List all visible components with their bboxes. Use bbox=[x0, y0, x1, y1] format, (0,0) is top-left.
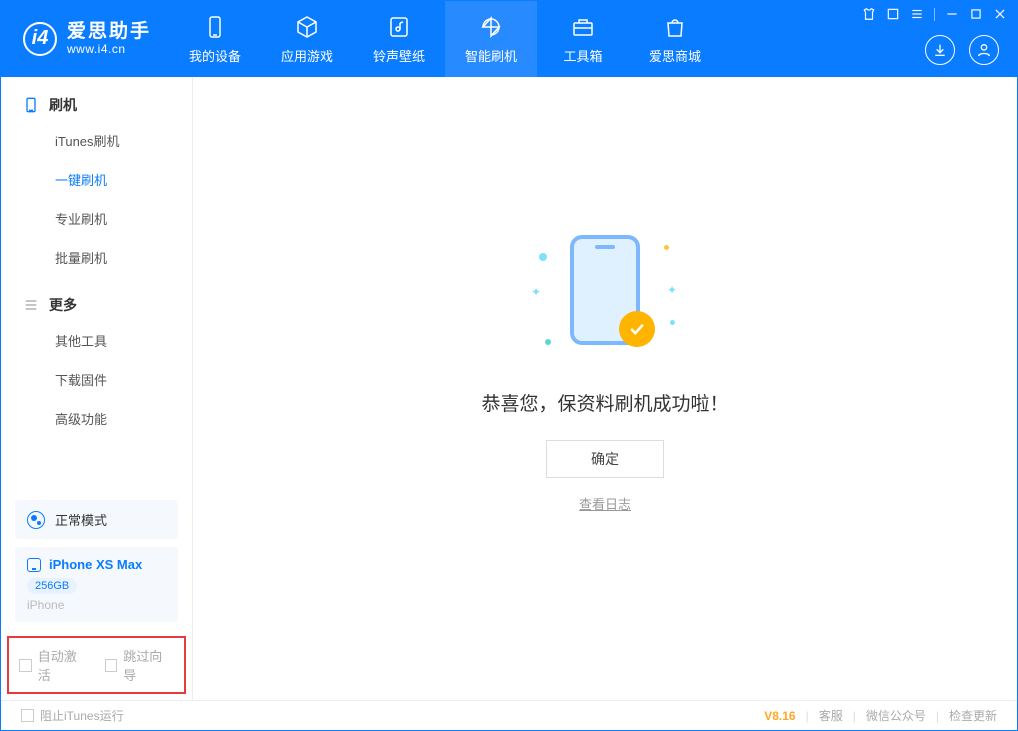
device-mode-card[interactable]: 正常模式 bbox=[15, 500, 178, 539]
device-name: iPhone XS Max bbox=[49, 557, 142, 572]
success-illustration: ✦✦ bbox=[535, 225, 675, 365]
sidebar-item-itunes-flash[interactable]: iTunes刷机 bbox=[1, 121, 192, 160]
title-bar-icons bbox=[862, 7, 1007, 21]
sidebar-item-oneclick-flash[interactable]: 一键刷机 bbox=[1, 160, 192, 199]
content-area: ✦✦ 恭喜您，保资料刷机成功啦！ 确定 查看日志 bbox=[193, 77, 1017, 700]
refresh-icon bbox=[478, 14, 504, 40]
nav-label: 爱思商城 bbox=[649, 46, 701, 65]
top-nav: 我的设备 应用游戏 铃声壁纸 智能刷机 工具箱 爱思商城 bbox=[169, 1, 721, 77]
sidebar-item-download-firmware[interactable]: 下载固件 bbox=[1, 360, 192, 399]
separator: | bbox=[806, 709, 809, 723]
footer: 阻止iTunes运行 V8.16 | 客服 | 微信公众号 | 检查更新 bbox=[1, 700, 1017, 730]
main-area: 刷机 iTunes刷机 一键刷机 专业刷机 批量刷机 更多 其他工具 下载固件 … bbox=[1, 77, 1017, 700]
ok-button[interactable]: 确定 bbox=[546, 440, 664, 478]
cube-icon bbox=[294, 14, 320, 40]
app-name: 爱思助手 bbox=[67, 22, 151, 43]
sidebar-item-advanced[interactable]: 高级功能 bbox=[1, 399, 192, 438]
menu-icon[interactable] bbox=[910, 7, 924, 21]
bag-icon bbox=[662, 14, 688, 40]
nav-ringtone-wallpaper[interactable]: 铃声壁纸 bbox=[353, 1, 445, 77]
nav-label: 铃声壁纸 bbox=[373, 46, 425, 65]
sidebar-group-flash: 刷机 bbox=[1, 77, 192, 121]
nav-my-device[interactable]: 我的设备 bbox=[169, 1, 261, 77]
device-small-icon bbox=[27, 558, 41, 572]
separator bbox=[934, 8, 935, 21]
checkbox-label: 阻止iTunes运行 bbox=[40, 707, 124, 724]
storage-badge: 256GB bbox=[27, 578, 77, 594]
device-card[interactable]: iPhone XS Max 256GB iPhone bbox=[15, 547, 178, 622]
checkmark-badge-icon bbox=[619, 311, 655, 347]
nav-toolbox[interactable]: 工具箱 bbox=[537, 1, 629, 77]
checkbox-label: 自动激活 bbox=[38, 646, 89, 684]
version-text: V8.16 bbox=[764, 709, 795, 723]
app-url: www.i4.cn bbox=[67, 43, 151, 56]
checkbox-icon bbox=[19, 659, 32, 672]
tshirt-icon[interactable] bbox=[862, 7, 876, 21]
minimize-icon[interactable] bbox=[945, 7, 959, 21]
header-right-icons bbox=[925, 35, 999, 65]
mode-text: 正常模式 bbox=[55, 510, 107, 529]
list-icon bbox=[23, 297, 39, 313]
checkbox-icon bbox=[105, 659, 118, 672]
mode-icon bbox=[27, 511, 45, 529]
footer-link-update[interactable]: 检查更新 bbox=[949, 707, 997, 724]
group-title: 刷机 bbox=[49, 95, 77, 115]
footer-link-wechat[interactable]: 微信公众号 bbox=[866, 707, 926, 724]
checkbox-skip-guide[interactable]: 跳过向导 bbox=[105, 646, 175, 684]
separator: | bbox=[853, 709, 856, 723]
nav-apps-games[interactable]: 应用游戏 bbox=[261, 1, 353, 77]
view-log-link[interactable]: 查看日志 bbox=[579, 494, 631, 513]
user-icon[interactable] bbox=[969, 35, 999, 65]
close-icon[interactable] bbox=[993, 7, 1007, 21]
briefcase-icon bbox=[570, 14, 596, 40]
nav-label: 应用游戏 bbox=[281, 46, 333, 65]
bottom-options-highlighted: 自动激活 跳过向导 bbox=[7, 636, 186, 694]
nav-label: 工具箱 bbox=[564, 46, 603, 65]
nav-smart-flash[interactable]: 智能刷机 bbox=[445, 1, 537, 77]
maximize-icon[interactable] bbox=[969, 7, 983, 21]
sidebar-item-pro-flash[interactable]: 专业刷机 bbox=[1, 199, 192, 238]
sidebar-item-other-tools[interactable]: 其他工具 bbox=[1, 321, 192, 360]
checkbox-auto-activate[interactable]: 自动激活 bbox=[19, 646, 89, 684]
phone-icon bbox=[202, 14, 228, 40]
checkbox-label: 跳过向导 bbox=[123, 646, 174, 684]
device-type: iPhone bbox=[27, 598, 166, 612]
nav-label: 我的设备 bbox=[189, 46, 241, 65]
checkbox-block-itunes[interactable]: 阻止iTunes运行 bbox=[21, 707, 124, 724]
checkbox-icon bbox=[21, 709, 34, 722]
logo-text: 爱思助手 www.i4.cn bbox=[67, 22, 151, 56]
device-icon bbox=[23, 97, 39, 113]
sidebar-item-batch-flash[interactable]: 批量刷机 bbox=[1, 238, 192, 277]
app-logo[interactable]: i4 爱思助手 www.i4.cn bbox=[1, 22, 169, 56]
sidebar: 刷机 iTunes刷机 一键刷机 专业刷机 批量刷机 更多 其他工具 下载固件 … bbox=[1, 77, 193, 700]
nav-store[interactable]: 爱思商城 bbox=[629, 1, 721, 77]
header: i4 爱思助手 www.i4.cn 我的设备 应用游戏 铃声壁纸 智能刷机 工具… bbox=[1, 1, 1017, 77]
sidebar-group-more: 更多 bbox=[1, 277, 192, 321]
nav-label: 智能刷机 bbox=[465, 46, 517, 65]
group-title: 更多 bbox=[49, 295, 77, 315]
success-message: 恭喜您，保资料刷机成功啦！ bbox=[481, 389, 728, 416]
cube-small-icon[interactable] bbox=[886, 7, 900, 21]
footer-link-service[interactable]: 客服 bbox=[819, 707, 843, 724]
music-note-icon bbox=[386, 14, 412, 40]
download-icon[interactable] bbox=[925, 35, 955, 65]
logo-icon: i4 bbox=[23, 22, 57, 56]
separator: | bbox=[936, 709, 939, 723]
